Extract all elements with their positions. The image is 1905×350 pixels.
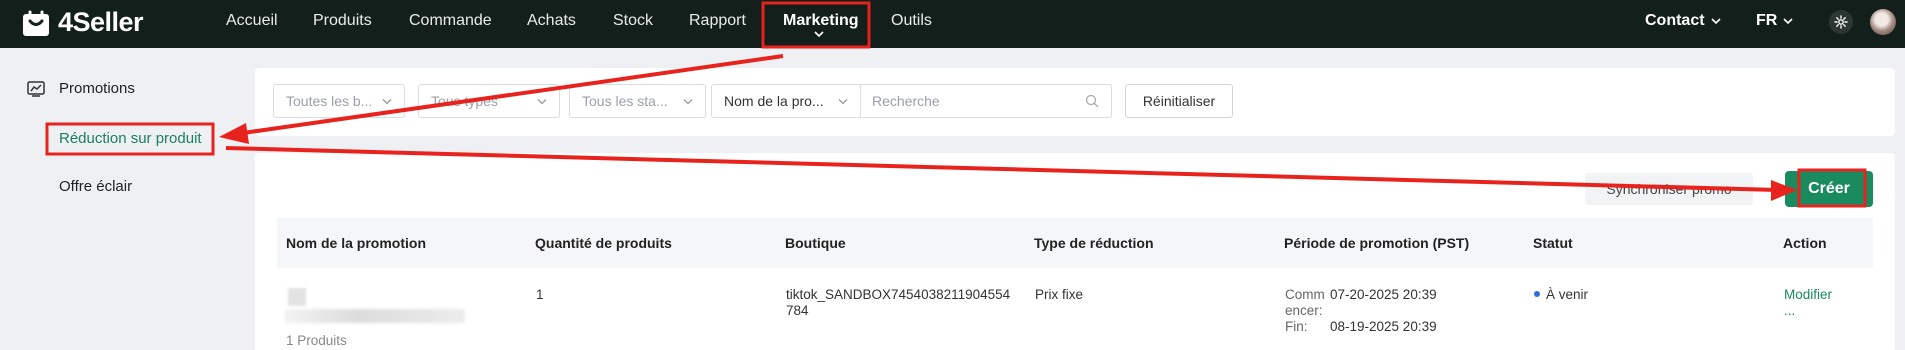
- create-button[interactable]: Créer: [1785, 171, 1873, 207]
- search-input[interactable]: [872, 93, 1072, 109]
- column-header: Période de promotion (PST): [1284, 235, 1470, 251]
- promotions-table-card: Synchroniser promo Créer Nom de la promo…: [255, 153, 1895, 350]
- blurred-promotion-name: [285, 309, 465, 323]
- discount-type-cell: Prix fixe: [1035, 287, 1084, 302]
- type-filter-value: Tous types: [431, 93, 498, 109]
- nav-accueil[interactable]: Accueil: [226, 12, 278, 30]
- status-cell: À venir: [1534, 287, 1588, 303]
- start-label-cont: encer:: [1285, 303, 1323, 318]
- shop-cell: tiktok_SANDBOX7454038211904554 784: [786, 287, 1010, 319]
- user-avatar[interactable]: [1870, 9, 1896, 35]
- action-cell: Modifier ...: [1784, 287, 1832, 319]
- gear-icon: [1834, 15, 1848, 29]
- chevron-down-icon: [683, 98, 693, 104]
- start-label: Comm: [1285, 287, 1325, 302]
- start-date: 07-20-2025 20:39: [1330, 287, 1437, 302]
- nav-achats[interactable]: Achats: [527, 12, 576, 30]
- sidebar-section-label: Promotions: [59, 80, 135, 97]
- chevron-down-icon: [382, 98, 392, 104]
- nav-commande[interactable]: Commande: [409, 12, 492, 30]
- search-box: [860, 84, 1112, 118]
- top-navigation-bar: 4Seller Accueil Produits Commande Achats…: [0, 0, 1905, 48]
- status-dot: [1534, 291, 1540, 298]
- brand-logo[interactable]: 4Seller: [22, 7, 144, 38]
- blurred-thumbnail: [288, 288, 306, 306]
- status-label: À venir: [1546, 287, 1589, 302]
- shop-filter-value: Toutes les b...: [286, 93, 373, 109]
- contact-label: Contact: [1645, 12, 1705, 29]
- nav-rapport[interactable]: Rapport: [689, 12, 746, 30]
- sync-promotions-button[interactable]: Synchroniser promo: [1585, 173, 1753, 205]
- chevron-down-icon: [1783, 18, 1793, 25]
- type-filter-select[interactable]: Tous types: [418, 84, 560, 118]
- column-header: Nom de la promotion: [286, 235, 426, 251]
- chart-icon: [27, 80, 45, 97]
- products-count-note: 1 Produits: [286, 333, 347, 348]
- column-header: Action: [1783, 235, 1827, 251]
- shopping-bag-icon: [23, 10, 49, 36]
- brand-name: 4Seller: [58, 7, 144, 37]
- language-label: FR: [1756, 12, 1778, 29]
- more-actions-link[interactable]: ...: [1784, 303, 1832, 319]
- status-filter-select[interactable]: Tous les sta...: [569, 84, 706, 118]
- nav-produits[interactable]: Produits: [313, 12, 372, 30]
- shop-filter-select[interactable]: Toutes les b...: [273, 84, 405, 118]
- settings-button[interactable]: [1829, 10, 1853, 34]
- quantity-cell: 1: [536, 287, 544, 302]
- language-menu[interactable]: FR: [1756, 12, 1793, 30]
- sidebar-section-promotions[interactable]: Promotions: [27, 80, 135, 97]
- nav-marketing[interactable]: Marketing: [783, 12, 859, 30]
- sidebar-item-offre-eclair[interactable]: Offre éclair: [59, 178, 132, 195]
- column-header: Quantité de produits: [535, 235, 672, 251]
- column-header: Type de réduction: [1034, 235, 1154, 251]
- search-field-select[interactable]: Nom de la pro...: [711, 84, 861, 118]
- chevron-down-icon: [814, 31, 824, 38]
- shop-name-line1: tiktok_SANDBOX7454038211904554: [786, 287, 1011, 302]
- status-filter-value: Tous les sta...: [582, 93, 668, 109]
- filter-bar: Toutes les b... Tous types Tous les sta.…: [255, 68, 1895, 136]
- reset-button[interactable]: Réinitialiser: [1125, 84, 1233, 118]
- end-date: 08-19-2025 20:39: [1330, 319, 1437, 334]
- end-label: Fin:: [1285, 319, 1308, 334]
- period-cell: Comm 07-20-2025 20:39 encer: Fin: 08-19-…: [1285, 287, 1475, 335]
- chevron-down-icon: [838, 98, 848, 104]
- search-field-value: Nom de la pro...: [724, 93, 824, 109]
- sidebar: Promotions Réduction sur produit Offre é…: [0, 48, 240, 350]
- column-header: Boutique: [785, 235, 846, 251]
- shop-name-line2: 784: [786, 303, 809, 318]
- sidebar-item-reduction-sur-produit[interactable]: Réduction sur produit: [59, 130, 202, 147]
- nav-stock[interactable]: Stock: [613, 12, 653, 30]
- modify-link[interactable]: Modifier: [1784, 287, 1832, 303]
- contact-menu[interactable]: Contact: [1645, 12, 1721, 30]
- column-header: Statut: [1533, 235, 1573, 251]
- chevron-down-icon: [537, 98, 547, 104]
- chevron-down-icon: [1710, 18, 1721, 25]
- search-icon[interactable]: [1085, 94, 1099, 108]
- table-header: Nom de la promotion Quantité de produits…: [277, 218, 1873, 268]
- nav-outils[interactable]: Outils: [891, 12, 932, 30]
